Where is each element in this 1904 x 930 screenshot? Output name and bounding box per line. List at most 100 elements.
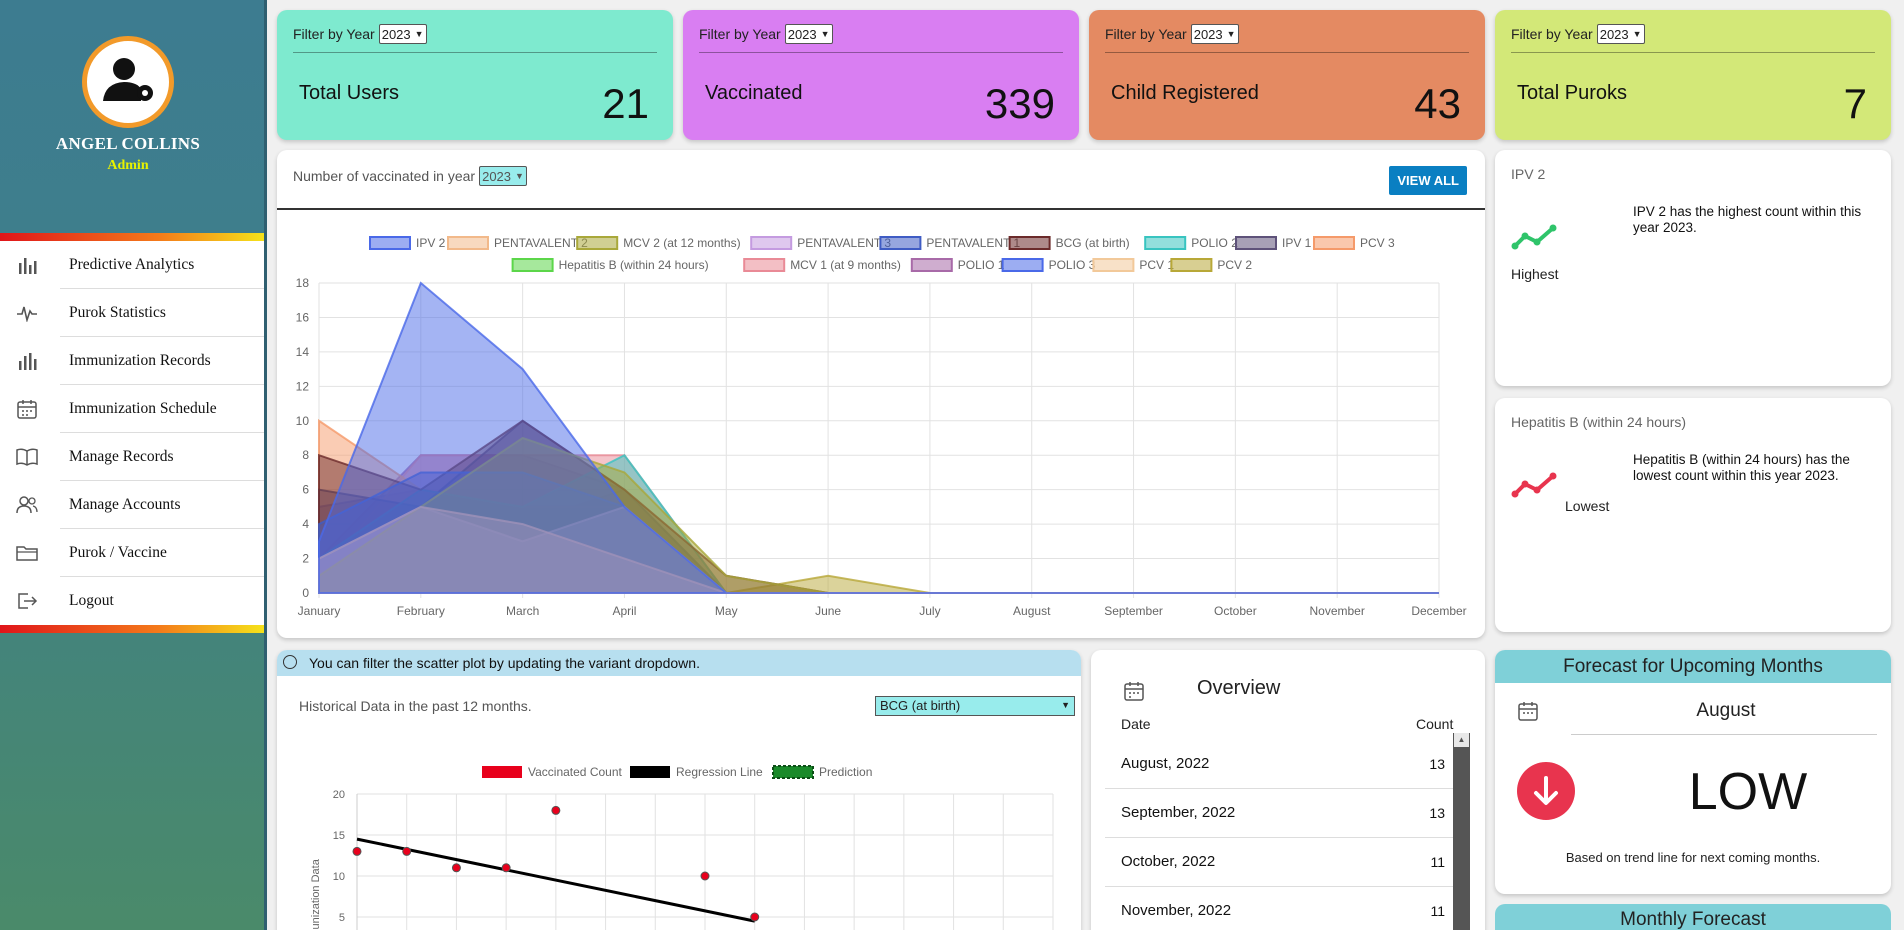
stat-card-child-registered: Filter by Year 2023 ▼ Child Registered 43 bbox=[1089, 10, 1485, 140]
year-select[interactable]: 2023 ▼ bbox=[1190, 24, 1239, 44]
scatter-card: You can filter the scatter plot by updat… bbox=[277, 650, 1081, 930]
legend-label: POLIO 2 bbox=[1191, 236, 1238, 250]
sidebar-item-logout[interactable]: Logout bbox=[0, 577, 264, 625]
y-tick-label: 12 bbox=[296, 379, 310, 393]
y-tick-label: 18 bbox=[296, 276, 310, 290]
sidebar-item-label: Predictive Analytics bbox=[69, 256, 195, 273]
sidebar-item-label: Logout bbox=[69, 592, 114, 609]
stat-value: 7 bbox=[1843, 80, 1867, 127]
chevron-down-icon: ▼ bbox=[1061, 700, 1070, 710]
year-select[interactable]: 2023 ▼ bbox=[1596, 24, 1645, 44]
trend-down-icon bbox=[1511, 472, 1557, 498]
sidebar-item-purok-vaccine[interactable]: Purok / Vaccine bbox=[0, 529, 264, 577]
overview-card: Overview Date Count August, 2022 13 Septe… bbox=[1091, 650, 1485, 930]
calendar-icon bbox=[1124, 682, 1144, 701]
tip-text: You can filter the scatter plot by updat… bbox=[309, 655, 700, 671]
stat-label: Total Puroks bbox=[1517, 82, 1628, 104]
legend-label: Vaccinated Count bbox=[528, 765, 623, 779]
forecast-level: LOW bbox=[1688, 763, 1808, 821]
menu-stripe-top bbox=[0, 233, 264, 241]
x-tick-label: April bbox=[612, 604, 636, 618]
filter-label: Filter by Year bbox=[293, 26, 375, 42]
chart-year-select[interactable]: 2023 ▼ bbox=[479, 166, 527, 186]
sidebar-edge bbox=[264, 0, 267, 930]
legend-swatch bbox=[482, 766, 522, 778]
sidebar-item-label: Immunization Schedule bbox=[69, 400, 217, 417]
x-tick-label: January bbox=[298, 604, 341, 618]
scroll-up-icon: ▲ bbox=[1454, 733, 1469, 747]
stat-value: 21 bbox=[602, 80, 649, 127]
legend-label: PCV 3 bbox=[1360, 236, 1395, 250]
vaccinated-area-chart: IPV 2 PENTAVALENT 2 MCV 2 (at 12 months) PE… bbox=[296, 236, 1467, 618]
sidebar-item-label: Manage Accounts bbox=[69, 496, 181, 513]
legend-label: IPV 1 bbox=[1282, 236, 1312, 250]
sidebar-item-immunization-schedule[interactable]: Immunization Schedule bbox=[0, 385, 264, 433]
year-select[interactable]: 2023 ▼ bbox=[378, 24, 427, 44]
lowest-tag: Lowest bbox=[1565, 498, 1610, 514]
sidebar-item-manage-accounts[interactable]: Manage Accounts bbox=[0, 481, 264, 529]
legend-swatch bbox=[910, 258, 953, 272]
view-all-button[interactable]: VIEW ALL bbox=[1389, 166, 1467, 195]
bar-chart-icon bbox=[14, 348, 40, 374]
data-point bbox=[501, 863, 511, 873]
sidebar-item-immunization-records[interactable]: Immunization Records bbox=[0, 337, 264, 385]
stat-value: 43 bbox=[1414, 80, 1461, 127]
sidebar-item-predictive-analytics[interactable]: Predictive Analytics bbox=[0, 241, 264, 289]
stat-card-total-users: Filter by Year 2023 ▼ Total Users 21 bbox=[277, 10, 673, 140]
x-tick-label: May bbox=[715, 604, 738, 618]
forecast-card: Forecast for Upcoming Months August LOW … bbox=[1495, 650, 1891, 894]
variant-select[interactable]: BCG (at birth) ▼ bbox=[875, 696, 1075, 716]
calendar-icon bbox=[1518, 702, 1538, 721]
year-select[interactable]: 2023 ▼ bbox=[784, 24, 833, 44]
y-tick-label: 5 bbox=[339, 912, 345, 924]
stat-label: Total Users bbox=[299, 82, 400, 104]
stat-label: Vaccinated bbox=[705, 82, 803, 104]
data-point bbox=[750, 912, 760, 922]
logout-icon bbox=[14, 588, 40, 614]
legend-swatch bbox=[1170, 258, 1213, 272]
chevron-down-icon: ▼ bbox=[515, 171, 524, 181]
forecast-month: August bbox=[1696, 700, 1756, 721]
forecast-note: Based on trend line for next coming mont… bbox=[1565, 850, 1821, 865]
x-tick-label: November bbox=[1310, 604, 1365, 618]
filter-label: Filter by Year bbox=[1105, 26, 1187, 42]
sidebar-item-purok-statistics[interactable]: Purok Statistics bbox=[0, 289, 264, 337]
pulse-icon bbox=[14, 300, 40, 326]
legend-label: PENTAVALENT 2 bbox=[494, 236, 588, 250]
stat-card-total-puroks: Filter by Year 2023 ▼ Total Puroks 7 bbox=[1495, 10, 1891, 140]
chevron-down-icon: ▼ bbox=[820, 29, 830, 39]
chevron-down-icon: ▼ bbox=[1632, 29, 1642, 39]
legend-label: PCV 2 bbox=[1217, 258, 1252, 272]
data-point bbox=[402, 846, 412, 856]
legend-label: POLIO 1 bbox=[958, 258, 1005, 272]
legend-label: MCV 1 (at 9 months) bbox=[790, 258, 901, 272]
calendar-icon bbox=[14, 396, 40, 422]
stat-label: Child Registered bbox=[1111, 82, 1259, 104]
sidebar-item-label: Purok / Vaccine bbox=[69, 544, 167, 561]
legend-swatch bbox=[1001, 258, 1044, 272]
x-tick-label: February bbox=[397, 604, 445, 618]
col-date-header: Date bbox=[1121, 716, 1151, 732]
legend-swatch bbox=[1144, 236, 1187, 250]
trend-up-icon bbox=[1511, 224, 1557, 250]
sidebar-item-manage-records[interactable]: Manage Records bbox=[0, 433, 264, 481]
legend-label: MCV 2 (at 12 months) bbox=[623, 236, 740, 250]
menu-stripe-bottom bbox=[0, 625, 264, 633]
x-tick-label: August bbox=[1013, 604, 1051, 618]
legend-label: POLIO 3 bbox=[1049, 258, 1096, 272]
table-row: September, 2022 13 bbox=[1105, 789, 1459, 838]
data-point bbox=[551, 805, 561, 815]
x-tick-label: September bbox=[1104, 604, 1163, 618]
legend-label: Hepatitis B (within 24 hours) bbox=[559, 258, 709, 272]
y-tick-label: 20 bbox=[333, 789, 345, 801]
data-point bbox=[700, 871, 710, 881]
stat-value: 339 bbox=[984, 80, 1055, 127]
data-point bbox=[451, 863, 461, 873]
users-icon bbox=[14, 492, 40, 518]
user-name: ANGEL COLLINS bbox=[55, 134, 201, 153]
legend-swatch bbox=[630, 766, 670, 778]
overview-scrollbar[interactable]: ▲ bbox=[1453, 733, 1470, 930]
y-tick-label: 0 bbox=[302, 586, 309, 600]
x-tick-label: December bbox=[1411, 604, 1466, 618]
series-area bbox=[318, 281, 1439, 594]
